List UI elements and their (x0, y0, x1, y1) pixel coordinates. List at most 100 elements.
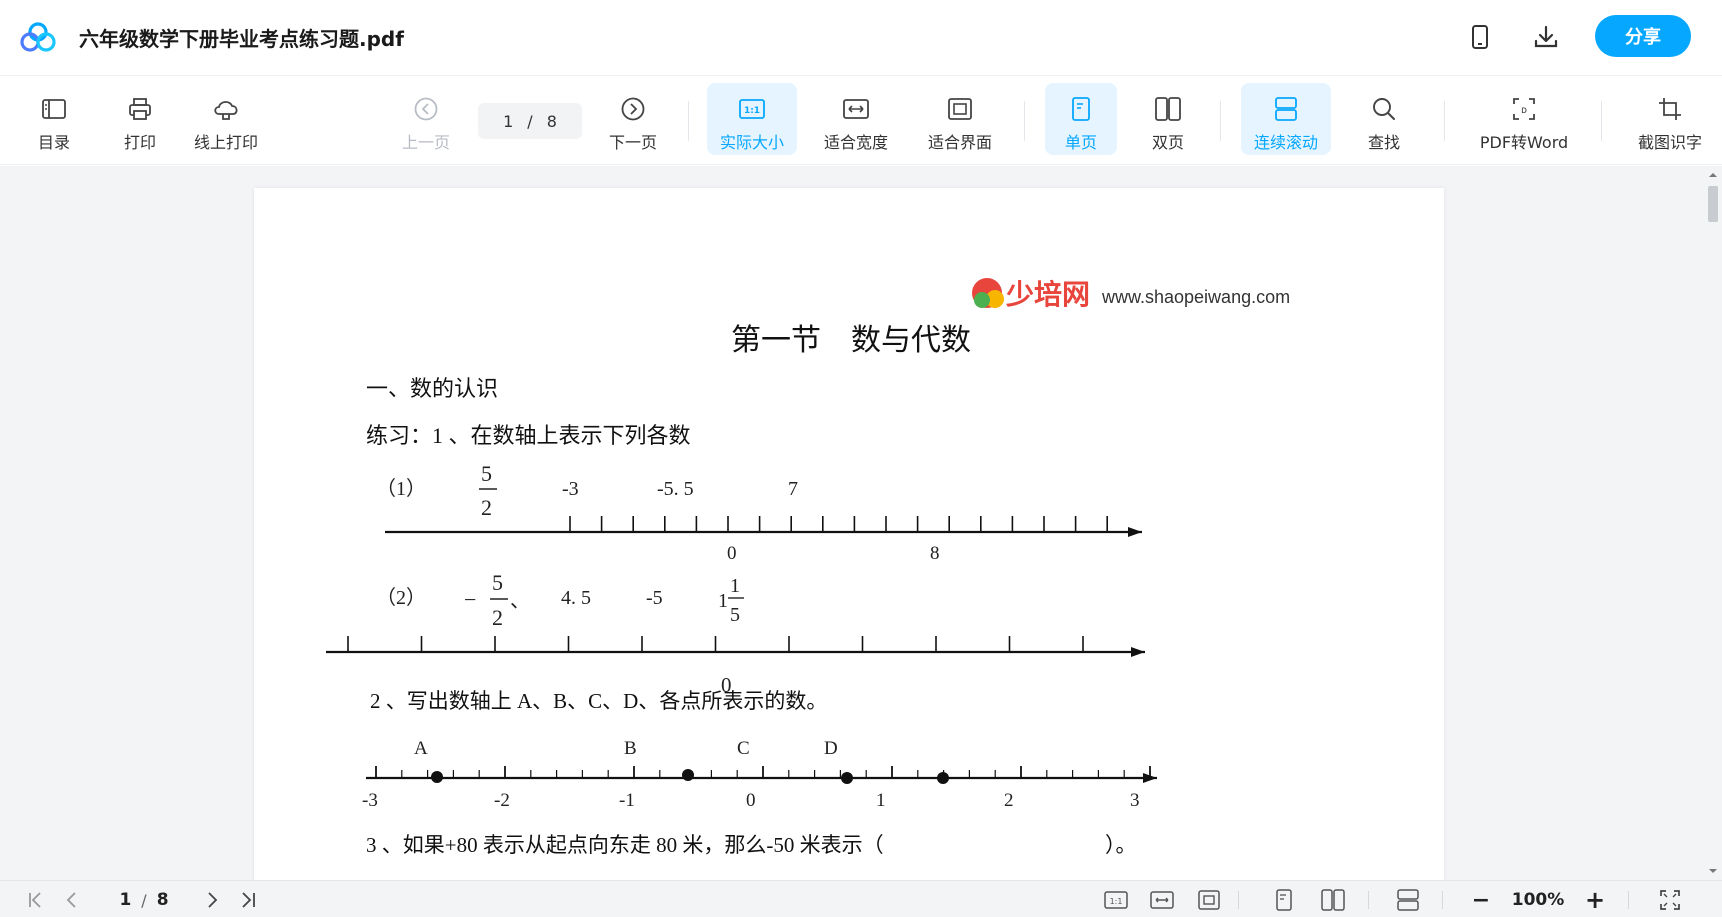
axis3-label: 2 (1004, 790, 1014, 811)
scroll-thumb[interactable] (1708, 186, 1718, 222)
q1-label: （1） (376, 477, 426, 500)
page-number-box[interactable]: 1 / 8 (478, 103, 582, 139)
watermark-url: www.shaopeiwang.com (1101, 287, 1290, 307)
last-page-icon[interactable] (236, 887, 260, 913)
watermark-logo: 少培网 www.shaopeiwang.com (972, 278, 1290, 311)
watermark-brand: 少培网 (1006, 278, 1090, 311)
statusbar-divider (1628, 891, 1629, 909)
fullscreen-icon[interactable] (1656, 887, 1684, 913)
app-header: 六年级数学下册毕业考点练习题.pdf 分享 (0, 0, 1722, 76)
search-icon (1370, 95, 1398, 123)
axis1-label: 8 (930, 543, 940, 564)
fit-page-small-icon[interactable] (1195, 887, 1223, 913)
axis3-label: 3 (1130, 790, 1140, 811)
status-bar: 1 / 8 1:1 − 100% + (0, 880, 1722, 917)
number-line-2 (326, 636, 1145, 657)
axis3-label: -3 (362, 790, 378, 811)
q2-minus: − (464, 587, 476, 612)
toolbar-divider (688, 101, 689, 141)
point-a-marker (431, 771, 443, 783)
point-label-c: C (737, 738, 750, 759)
continuous-scroll-small-icon[interactable] (1394, 887, 1422, 913)
actual-size-icon: 1:1 (738, 95, 766, 123)
total-pages: 8 (546, 111, 557, 131)
q2-frac-den: 2 (492, 605, 503, 630)
q2-mixed-num: 1 (730, 575, 740, 597)
next-page-button[interactable]: 下一页 (603, 83, 663, 155)
q1-value: 7 (788, 478, 798, 500)
exercise-1: 练习：1 、在数轴上表示下列各数 (366, 423, 691, 448)
actual-size-button[interactable]: 1:1 实际大小 (707, 83, 797, 155)
cloud-print-icon (212, 95, 240, 123)
print-icon (126, 95, 154, 123)
svg-text:1:1: 1:1 (1110, 897, 1123, 906)
single-page-button[interactable]: 单页 (1045, 83, 1117, 155)
fit-width-small-icon[interactable] (1148, 887, 1176, 913)
fit-page-icon (946, 95, 974, 123)
number-line-1 (385, 516, 1142, 537)
crop-icon (1656, 95, 1684, 123)
continuous-scroll-icon (1272, 95, 1300, 123)
prev-page-icon[interactable] (60, 887, 84, 913)
statusbar-divider (1368, 891, 1369, 909)
vertical-scrollbar[interactable] (1704, 166, 1722, 880)
q2-label: （2） (376, 586, 426, 609)
q2-value: 4. 5 (561, 587, 591, 609)
zoom-out-button[interactable]: − (1468, 887, 1494, 913)
current-page-input[interactable]: 1 (503, 112, 513, 131)
toolbar-divider (1220, 101, 1221, 141)
toolbar-divider (1444, 101, 1445, 141)
scroll-down-icon[interactable] (1704, 864, 1722, 878)
axis-arrow (1128, 527, 1142, 537)
pdf-page: 少培网 www.shaopeiwang.com 第一节 数与代数 一、数的认识 … (254, 188, 1444, 880)
exercise-3: 3 、如果+80 表示从起点向东走 80 米，那么-50 米表示（ (366, 833, 884, 857)
q1-frac-num: 5 (481, 461, 492, 486)
first-page-icon[interactable] (24, 887, 48, 913)
statusbar-divider (1238, 891, 1239, 909)
page-content: 少培网 www.shaopeiwang.com 第一节 数与代数 一、数的认识 … (326, 278, 1290, 857)
double-page-icon (1154, 95, 1182, 123)
download-icon[interactable] (1531, 22, 1561, 52)
document-viewport[interactable]: 少培网 www.shaopeiwang.com 第一节 数与代数 一、数的认识 … (0, 166, 1704, 880)
share-button[interactable]: 分享 (1595, 15, 1691, 57)
axis3-label: -2 (494, 790, 510, 811)
q2-comma: 、 (510, 590, 530, 612)
actual-size-small-icon[interactable]: 1:1 (1102, 887, 1130, 913)
print-button[interactable]: 打印 (116, 83, 164, 155)
toolbar: 目录 打印 线上打印 上一页 1 / 8 下一页 1:1 实际大小 适合宽度 适… (0, 77, 1722, 165)
axis3-label: 0 (746, 790, 756, 811)
scroll-up-icon[interactable] (1704, 168, 1722, 182)
point-label-d: D (824, 738, 838, 759)
fit-page-button[interactable]: 适合界面 (918, 83, 1002, 155)
toc-icon (40, 95, 68, 123)
zoom-in-button[interactable]: + (1582, 886, 1608, 914)
prev-page-button[interactable]: 上一页 (396, 83, 456, 155)
point-b-marker (682, 769, 694, 781)
section-heading: 第一节 数与代数 (731, 324, 971, 357)
mobile-icon[interactable] (1465, 22, 1495, 52)
toolbar-divider (1024, 101, 1025, 141)
q2-mixed-whole: 1 (718, 590, 728, 612)
double-page-button[interactable]: 双页 (1132, 83, 1204, 155)
screenshot-ocr-button[interactable]: 截图识字 (1628, 83, 1712, 155)
axis1-label: 0 (727, 543, 737, 564)
single-page-small-icon[interactable] (1270, 887, 1298, 913)
online-print-button[interactable]: 线上打印 (188, 83, 264, 155)
continuous-scroll-button[interactable]: 连续滚动 (1241, 83, 1331, 155)
q2-value: -5 (646, 587, 663, 609)
point-c-marker (841, 772, 853, 784)
status-page-indicator[interactable]: 1 / 8 (104, 887, 184, 913)
zoom-level[interactable]: 100% (1506, 887, 1570, 913)
search-button[interactable]: 查找 (1356, 83, 1412, 155)
svg-text:1:1: 1:1 (744, 106, 760, 116)
pdf-to-word-button[interactable]: ᴅ PDF转Word (1474, 83, 1574, 155)
next-page-icon[interactable] (200, 887, 224, 913)
q2-mixed-den: 5 (730, 604, 740, 626)
convert-icon: ᴅ (1510, 95, 1538, 123)
point-label-a: A (414, 738, 428, 759)
axis3-label: 1 (876, 790, 886, 811)
double-page-small-icon[interactable] (1318, 887, 1348, 913)
fit-width-button[interactable]: 适合宽度 (814, 83, 898, 155)
toc-button[interactable]: 目录 (30, 83, 78, 155)
exercise-2: 2 、写出数轴上 A、B、C、D、各点所表示的数。 (370, 689, 827, 713)
